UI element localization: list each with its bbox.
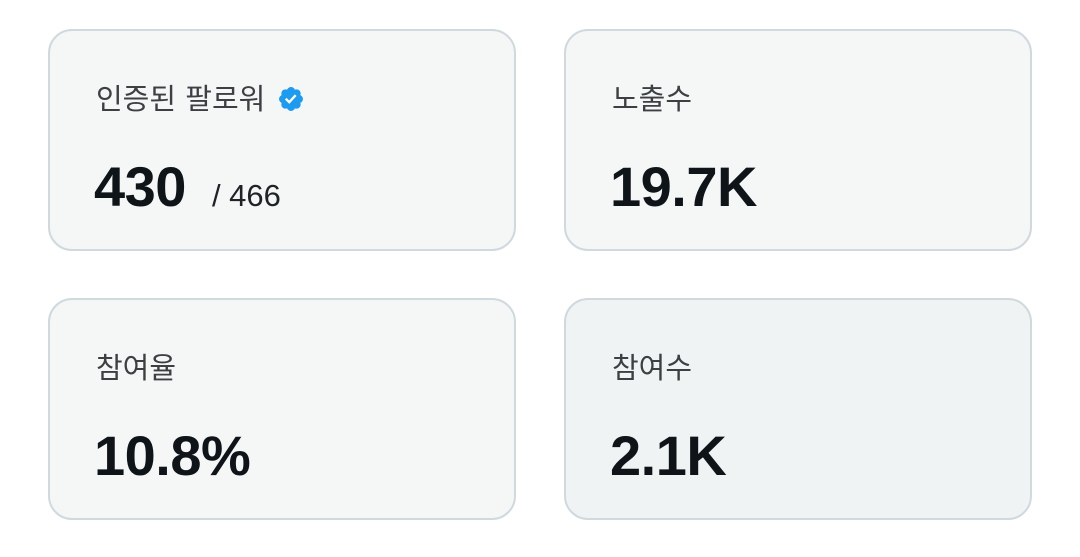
stat-card-label: 노출수: [612, 82, 693, 116]
stat-card-value: 430: [94, 155, 186, 218]
stat-card-value-row: 19.7K: [610, 155, 757, 219]
stat-card-value: 2.1K: [610, 424, 727, 487]
stat-card-total: / 466: [211, 178, 281, 213]
stat-card-engagements[interactable]: 참여수 2.1K: [564, 298, 1032, 520]
verified-badge-icon: [277, 85, 305, 113]
stat-card-verified-followers[interactable]: 인증된 팔로워 430 / 466: [48, 29, 516, 251]
stat-card-header: 참여율: [96, 350, 176, 386]
stat-card-value-row: 2.1K: [610, 424, 727, 488]
stat-card-value-row: 10.8%: [94, 424, 251, 488]
stat-card-label: 인증된 팔로워: [96, 82, 266, 116]
stat-card-value: 19.7K: [610, 155, 757, 218]
stat-card-header: 인증된 팔로워: [96, 81, 305, 117]
stat-card-value: 10.8%: [94, 424, 251, 487]
stat-card-header: 참여수: [612, 350, 692, 386]
stat-card-impressions[interactable]: 노출수 19.7K: [564, 29, 1032, 251]
stat-card-label: 참여수: [612, 351, 693, 385]
stat-card-header: 노출수: [612, 81, 692, 117]
stat-card-value-row: 430 / 466: [94, 155, 281, 219]
stat-card-engagement-rate[interactable]: 참여율 10.8%: [48, 298, 516, 520]
stat-card-label: 참여율: [96, 351, 177, 385]
